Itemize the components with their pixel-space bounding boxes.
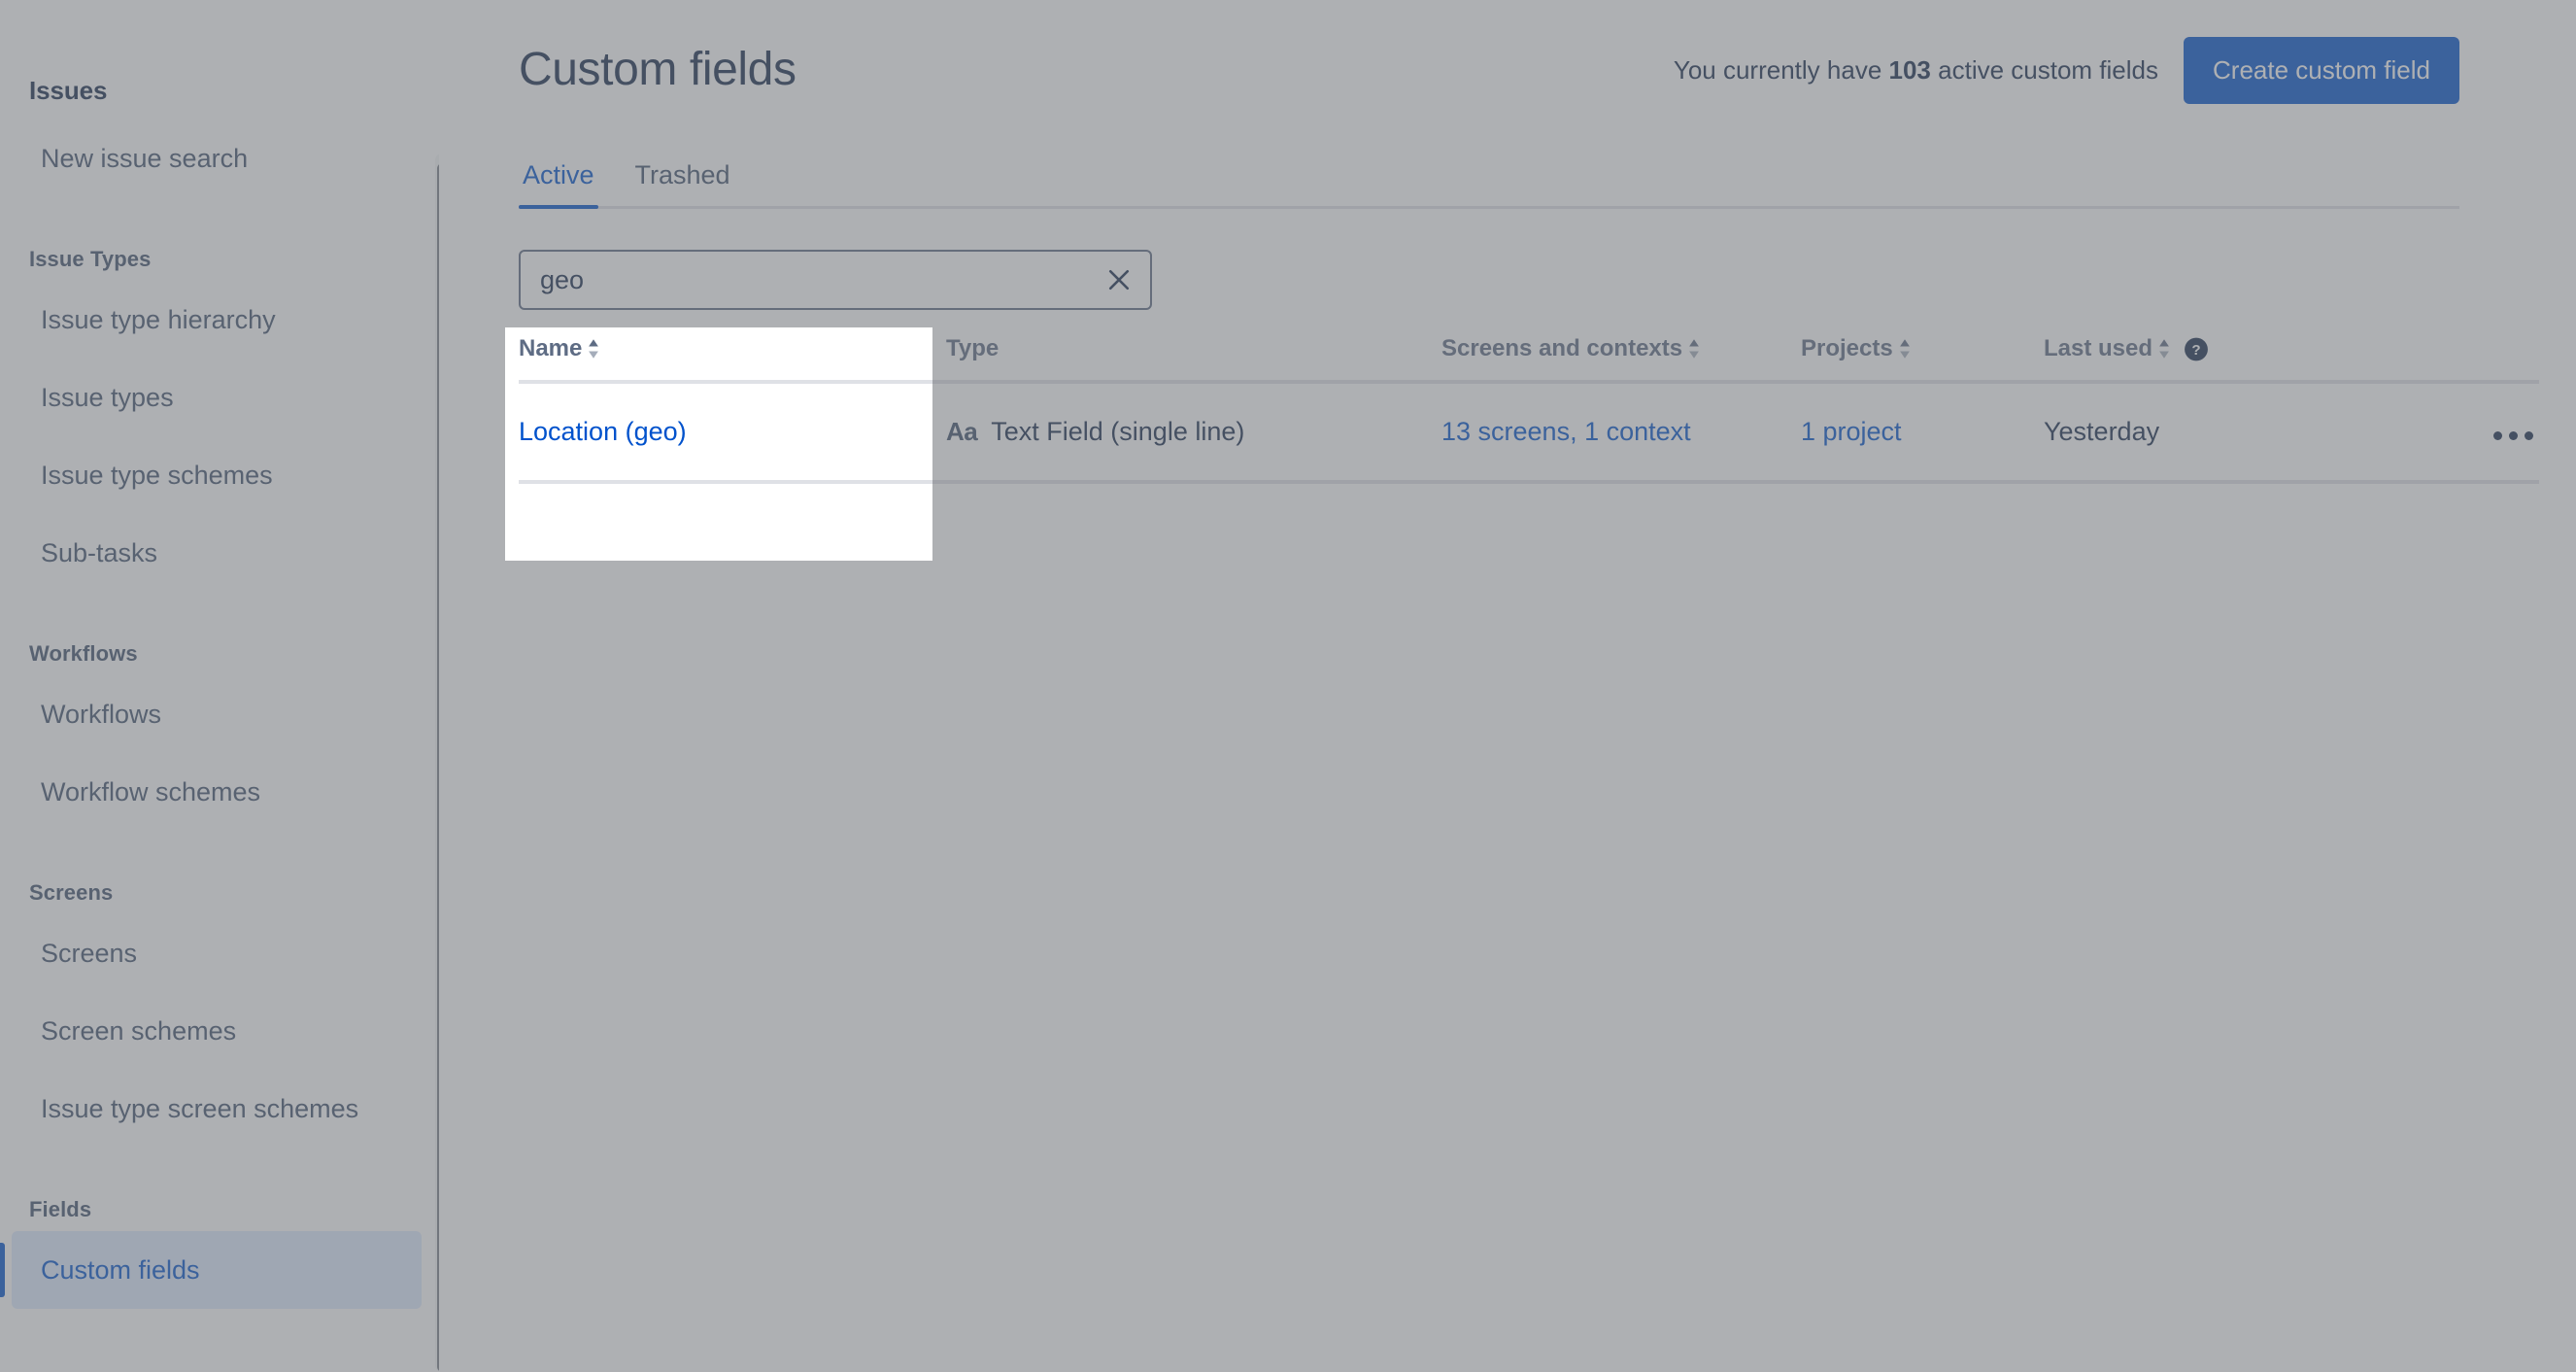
table-body: Location (geo) Aa Text Field (single line)… [519, 382, 2539, 484]
screen: Issues New issue search Issue Types Issue … [0, 0, 2576, 1372]
close-icon[interactable] [1100, 260, 1138, 299]
count-suffix: active custom fields [1938, 55, 2159, 85]
text-field-icon: Aa [946, 417, 978, 446]
column-header-last-used[interactable]: Last used? [2044, 335, 2325, 384]
type-label: Text Field (single line) [991, 417, 1245, 446]
sidebar-title: Issues [29, 76, 108, 105]
sort-icon[interactable] [2156, 338, 2172, 360]
sidebar-item-issue-type-screen-schemes[interactable]: Issue type screen schemes [12, 1070, 422, 1148]
sidebar-item-screens-link[interactable]: Screens [12, 914, 422, 992]
sort-icon[interactable] [1897, 338, 1913, 360]
type-cell-inner: Aa Text Field (single line) [946, 417, 1244, 447]
header-actions: You currently have 103 active custom fie… [1674, 37, 2459, 104]
column-header-label: Screens and contexts [1441, 335, 1683, 361]
table-row: Location (geo) Aa Text Field (single line)… [519, 382, 2539, 484]
search-area [519, 250, 1152, 310]
count-prefix: You currently have [1673, 55, 1882, 85]
cell-last-used: Yesterday [2044, 382, 2325, 484]
cell-name: Location (geo) [519, 382, 946, 484]
projects-link[interactable]: 1 project [1801, 417, 1902, 446]
sidebar-item-new-issue-search[interactable]: New issue search [12, 120, 422, 197]
column-header-inner: Screens and contexts [1441, 335, 1702, 362]
cell-projects: 1 project [1801, 382, 2044, 484]
column-header-inner: Projects [1801, 335, 1913, 362]
sort-icon[interactable] [586, 338, 601, 360]
sidebar-item-workflows-link[interactable]: Workflows [12, 675, 422, 753]
column-header-projects[interactable]: Projects [1801, 335, 2044, 384]
sidebar-section-fields: Fields [29, 1197, 92, 1221]
sidebar: Issues New issue search Issue Types Issue … [0, 0, 458, 1372]
column-header-label: Last used [2044, 335, 2153, 361]
sidebar-item-sub-tasks[interactable]: Sub-tasks [12, 514, 422, 592]
column-header-inner: Type [946, 335, 999, 362]
tab-trashed[interactable]: Trashed [631, 160, 734, 206]
field-name-link[interactable]: Location (geo) [519, 417, 687, 446]
sidebar-section-workflows: Workflows [29, 641, 138, 666]
create-custom-field-button[interactable]: Create custom field [2184, 37, 2459, 104]
column-header-screens-and-contexts[interactable]: Screens and contexts [1441, 335, 1801, 384]
sidebar-item-issue-type-schemes[interactable]: Issue type schemes [12, 436, 422, 514]
cell-actions [2325, 382, 2539, 484]
column-header-label: Name [519, 335, 583, 361]
main-content: Custom fields You currently have 103 act… [439, 0, 2576, 1372]
sidebar-nav: New issue search Issue Types Issue type hi… [0, 120, 439, 1309]
column-header-label: Projects [1801, 335, 1893, 361]
custom-fields-table: Name Type Screens and contexts Projects Last… [519, 335, 2539, 484]
sidebar-scroll-area[interactable]: Issues New issue search Issue Types Issue … [0, 0, 439, 1372]
count-value: 103 [1888, 55, 1931, 85]
table-head: Name Type Screens and contexts Projects Last… [519, 335, 2539, 384]
sidebar-item-issue-types-link[interactable]: Issue types [12, 359, 422, 436]
sidebar-item-custom-fields[interactable]: Custom fields [0, 1231, 422, 1309]
column-header-actions [2325, 335, 2539, 384]
sidebar-item-screen-schemes[interactable]: Screen schemes [12, 992, 422, 1070]
sort-icon[interactable] [1686, 338, 1702, 360]
more-horizontal-icon[interactable] [2488, 426, 2539, 446]
screens-contexts-link[interactable]: 13 screens, 1 context [1441, 417, 1691, 446]
sidebar-section-issue-types: Issue Types [29, 247, 152, 271]
sidebar-section-screens: Screens [29, 880, 114, 905]
page-header: Custom fields You currently have 103 act… [519, 0, 2576, 104]
column-header-inner: Name [519, 335, 601, 362]
app-root: Issues New issue search Issue Types Issue … [0, 0, 2576, 1372]
cell-screens-contexts: 13 screens, 1 context [1441, 382, 1801, 484]
search-input[interactable] [519, 250, 1152, 310]
help-icon[interactable]: ? [2184, 336, 2209, 361]
sidebar-item-issue-type-hierarchy[interactable]: Issue type hierarchy [12, 281, 422, 359]
active-fields-count: You currently have 103 active custom fie… [1674, 55, 2158, 86]
page-title: Custom fields [519, 44, 797, 96]
cell-type: Aa Text Field (single line) [946, 382, 1441, 484]
column-header-label: Type [946, 335, 1000, 361]
column-header-type: Type [946, 335, 1441, 384]
table-header-row: Name Type Screens and contexts Projects Last… [519, 335, 2539, 384]
tab-bar: Active Trashed [519, 160, 2459, 209]
column-header-name[interactable]: Name [519, 335, 946, 384]
svg-text:?: ? [2191, 342, 2200, 359]
tab-active[interactable]: Active [519, 160, 598, 209]
column-header-inner: Last used? [2044, 335, 2209, 362]
sidebar-item-workflow-schemes[interactable]: Workflow schemes [12, 753, 422, 831]
